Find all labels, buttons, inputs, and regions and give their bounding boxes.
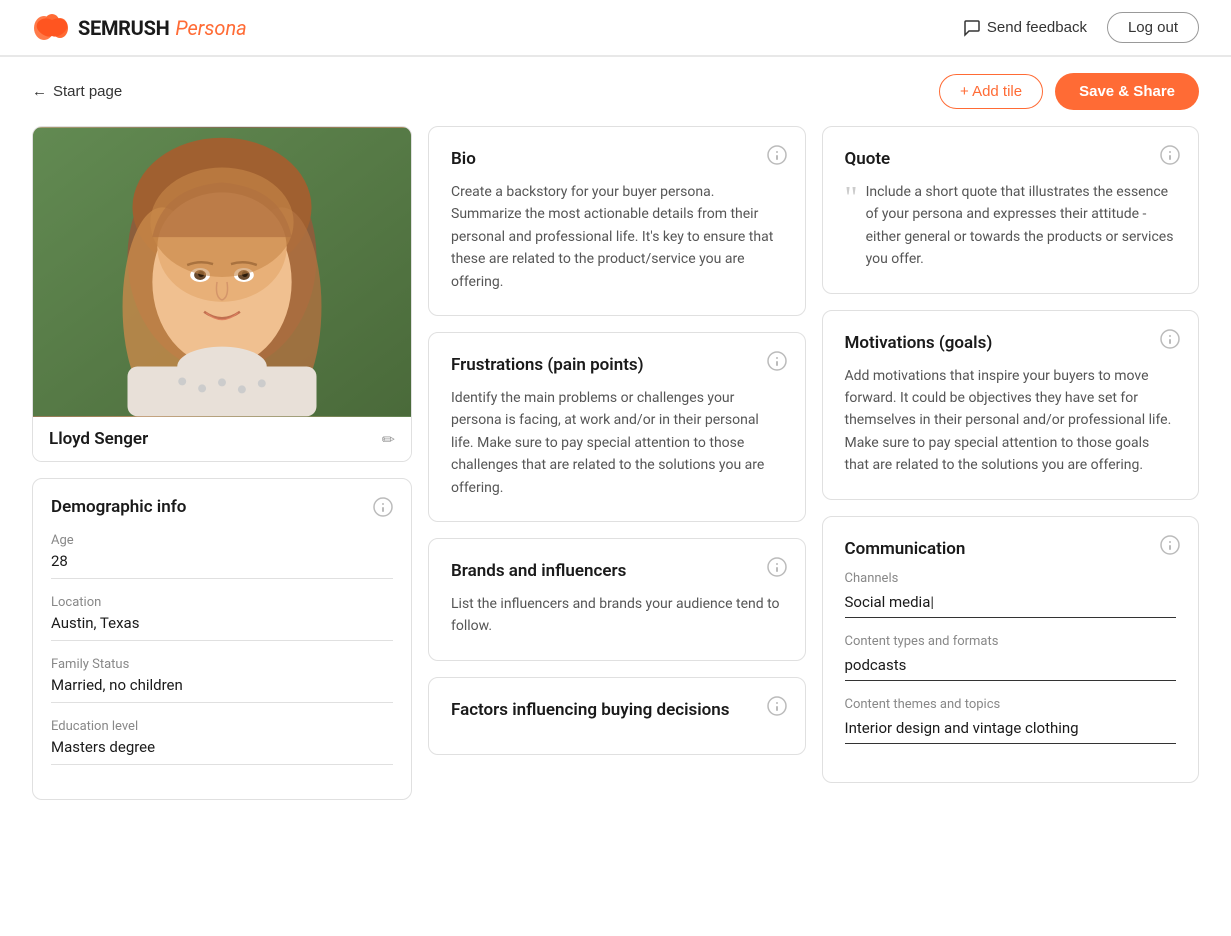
- bio-hint-icon: [767, 145, 787, 165]
- family-field: Family Status Married, no children: [51, 657, 393, 703]
- right-column: Quote " Include a short quote that illus…: [822, 126, 1200, 783]
- demographic-title: Demographic info: [51, 497, 186, 517]
- family-label: Family Status: [51, 657, 393, 672]
- arrow-left-icon: ←: [32, 83, 47, 100]
- location-field: Location Austin, Texas: [51, 595, 393, 641]
- frustrations-card: Frustrations (pain points) Identify the …: [428, 332, 806, 522]
- profile-name-row: Lloyd Senger ✏: [33, 417, 411, 461]
- content-types-label: Content types and formats: [845, 634, 1177, 649]
- save-share-button[interactable]: Save & Share: [1055, 73, 1199, 110]
- quote-text: Include a short quote that illustrates t…: [866, 181, 1176, 271]
- profile-card: Lloyd Senger ✏: [32, 126, 412, 462]
- motivations-card: Motivations (goals) Add motivations that…: [822, 310, 1200, 500]
- brands-hint-icon: [767, 557, 787, 577]
- frustrations-title: Frustrations (pain points): [451, 355, 783, 375]
- toolbar-right: + Add tile Save & Share: [939, 73, 1199, 110]
- age-value: 28: [51, 552, 393, 579]
- motivations-hint: [1160, 329, 1180, 353]
- content-themes-value: Interior design and vintage clothing: [845, 719, 1177, 744]
- frustrations-hint: [767, 351, 787, 375]
- profile-image: [33, 127, 411, 417]
- brands-text: List the influencers and brands your aud…: [451, 593, 783, 638]
- communication-hint: [1160, 535, 1180, 559]
- brands-title: Brands and influencers: [451, 561, 783, 581]
- persona-text: Persona: [175, 16, 246, 40]
- factors-hint: [767, 696, 787, 720]
- quote-hint: [1160, 145, 1180, 169]
- bio-title: Bio: [451, 149, 783, 169]
- location-label: Location: [51, 595, 393, 610]
- age-label: Age: [51, 533, 393, 548]
- channels-field: Channels Social media: [845, 571, 1177, 618]
- communication-title: Communication: [845, 539, 1177, 559]
- start-page-button[interactable]: ← Start page: [32, 83, 122, 100]
- quote-title: Quote: [845, 149, 1177, 169]
- quote-mark-icon: ": [845, 181, 858, 213]
- factors-title: Factors influencing buying decisions: [451, 700, 783, 720]
- profile-name: Lloyd Senger: [49, 429, 148, 449]
- frustrations-text: Identify the main problems or challenges…: [451, 387, 783, 499]
- main-content: Lloyd Senger ✏ Demographic info Age 28 L…: [0, 126, 1231, 832]
- semrush-logo-icon: [32, 14, 72, 42]
- education-field: Education level Masters degree: [51, 719, 393, 765]
- send-feedback-button[interactable]: Send feedback: [963, 19, 1087, 37]
- demographic-hint-icon: [373, 497, 393, 517]
- mid-column: Bio Create a backstory for your buyer pe…: [428, 126, 806, 755]
- content-types-field: Content types and formats podcasts: [845, 634, 1177, 681]
- motivations-text: Add motivations that inspire your buyers…: [845, 365, 1177, 477]
- channels-label: Channels: [845, 571, 1177, 586]
- communication-card: Communication Channels Social media Cont…: [822, 516, 1200, 783]
- brands-hint: [767, 557, 787, 581]
- add-tile-button[interactable]: + Add tile: [939, 74, 1043, 109]
- education-label: Education level: [51, 719, 393, 734]
- content-themes-label: Content themes and topics: [845, 697, 1177, 712]
- communication-hint-icon: [1160, 535, 1180, 555]
- semrush-text: SEMRUSH: [78, 16, 169, 40]
- toolbar: ← Start page + Add tile Save & Share: [0, 57, 1231, 126]
- left-column: Lloyd Senger ✏ Demographic info Age 28 L…: [32, 126, 412, 800]
- content-types-value: podcasts: [845, 656, 1177, 681]
- logo: SEMRUSH Persona: [32, 14, 247, 42]
- location-value: Austin, Texas: [51, 614, 393, 641]
- factors-card: Factors influencing buying decisions: [428, 677, 806, 755]
- profile-portrait: [33, 127, 411, 417]
- motivations-title: Motivations (goals): [845, 333, 1177, 353]
- bio-card: Bio Create a backstory for your buyer pe…: [428, 126, 806, 316]
- bio-text: Create a backstory for your buyer person…: [451, 181, 783, 293]
- quote-hint-icon: [1160, 145, 1180, 165]
- factors-hint-icon: [767, 696, 787, 716]
- frustrations-hint-icon: [767, 351, 787, 371]
- demographic-header: Demographic info: [51, 497, 393, 517]
- content-themes-field: Content themes and topics Interior desig…: [845, 697, 1177, 744]
- feedback-icon: [963, 19, 981, 37]
- header-actions: Send feedback Log out: [963, 12, 1199, 43]
- header: SEMRUSH Persona Send feedback Log out: [0, 0, 1231, 56]
- channels-value[interactable]: Social media: [845, 593, 1177, 618]
- brands-card: Brands and influencers List the influenc…: [428, 538, 806, 661]
- quote-card: Quote " Include a short quote that illus…: [822, 126, 1200, 294]
- education-value: Masters degree: [51, 738, 393, 765]
- motivations-hint-icon: [1160, 329, 1180, 349]
- demographic-card: Demographic info Age 28 Location Austin,…: [32, 478, 412, 800]
- family-value: Married, no children: [51, 676, 393, 703]
- logout-button[interactable]: Log out: [1107, 12, 1199, 43]
- age-field: Age 28: [51, 533, 393, 579]
- edit-icon[interactable]: ✏: [382, 430, 395, 449]
- bio-hint: [767, 145, 787, 169]
